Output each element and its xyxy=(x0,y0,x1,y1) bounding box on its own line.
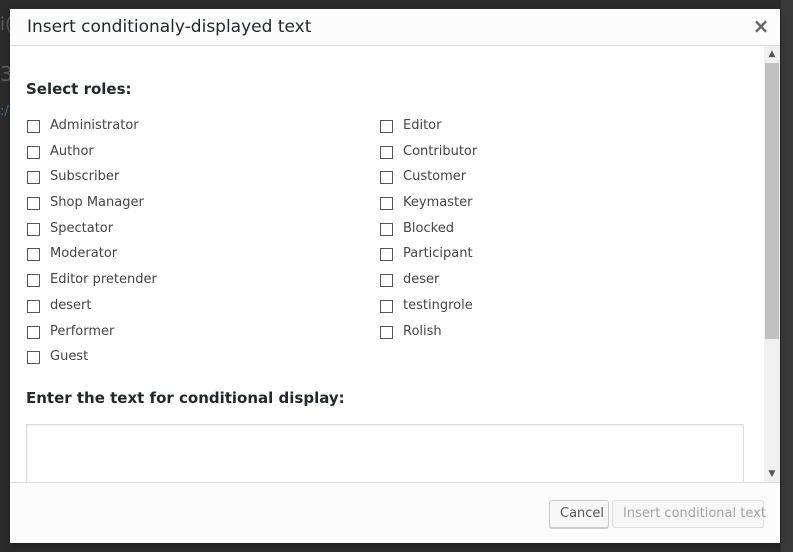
scroll-up-arrow-icon[interactable]: ▲ xyxy=(764,46,780,62)
role-checkbox[interactable] xyxy=(27,351,40,365)
dialog-title: Insert conditionaly-displayed text xyxy=(27,17,312,37)
role-option[interactable]: Spectator xyxy=(27,221,157,247)
role-label[interactable]: Keymaster xyxy=(403,195,472,210)
dialog-scrollbar[interactable]: ▲ ▼ xyxy=(764,46,780,482)
background-page-fragment: :/ xyxy=(0,104,9,119)
close-icon[interactable]: × xyxy=(750,13,772,39)
role-checkbox[interactable] xyxy=(27,145,40,159)
role-option[interactable]: Guest xyxy=(27,349,157,375)
role-checkbox[interactable] xyxy=(380,171,393,185)
role-checkbox[interactable] xyxy=(27,299,40,313)
cancel-button[interactable]: Cancel xyxy=(549,500,609,528)
role-checkbox[interactable] xyxy=(27,248,40,262)
role-checkbox[interactable] xyxy=(380,120,393,133)
role-label[interactable]: Contributor xyxy=(403,144,477,159)
role-option[interactable]: Blocked xyxy=(380,221,477,247)
role-label[interactable]: Performer xyxy=(50,324,114,339)
role-option[interactable]: Administrator xyxy=(27,118,157,144)
role-checkbox[interactable] xyxy=(27,197,40,211)
role-label[interactable]: Shop Manager xyxy=(50,195,144,210)
role-label[interactable]: Moderator xyxy=(50,246,117,261)
role-label[interactable]: desert xyxy=(50,298,91,313)
role-label[interactable]: Author xyxy=(50,144,94,159)
role-checkbox[interactable] xyxy=(380,274,393,288)
role-label[interactable]: Rolish xyxy=(403,324,442,339)
role-option[interactable]: Customer xyxy=(380,169,477,195)
role-checkbox[interactable] xyxy=(380,222,393,236)
insert-conditional-text-button[interactable]: Insert conditional text xyxy=(612,500,766,528)
background-page-strip xyxy=(781,0,793,552)
role-checkbox[interactable] xyxy=(27,120,40,133)
role-label[interactable]: deser xyxy=(403,272,439,287)
role-option[interactable]: deser xyxy=(380,272,477,298)
role-checkbox[interactable] xyxy=(380,325,393,339)
select-roles-heading: Select roles: xyxy=(26,80,132,98)
dialog-footer: Cancel Insert conditional text xyxy=(10,482,780,543)
role-option[interactable]: Shop Manager xyxy=(27,195,157,221)
insert-conditional-text-dialog: Insert conditionaly-displayed text × Sel… xyxy=(10,9,780,543)
role-option[interactable]: Keymaster xyxy=(380,195,477,221)
role-label[interactable]: Administrator xyxy=(50,118,139,133)
role-label[interactable]: Editor pretender xyxy=(50,272,157,287)
role-option[interactable]: Rolish xyxy=(380,324,477,350)
scroll-down-arrow-icon[interactable]: ▼ xyxy=(764,466,780,482)
role-label[interactable]: Editor xyxy=(403,118,441,133)
role-option[interactable]: desert xyxy=(27,298,157,324)
conditional-text-heading: Enter the text for conditional display: xyxy=(26,389,345,407)
role-option[interactable]: Moderator xyxy=(27,246,157,272)
role-option[interactable]: Editor xyxy=(380,118,477,144)
scrollbar-thumb[interactable] xyxy=(765,63,779,339)
role-option[interactable]: Author xyxy=(27,144,157,170)
role-checkbox[interactable] xyxy=(380,248,393,262)
role-checkbox[interactable] xyxy=(380,145,393,159)
role-label[interactable]: Subscriber xyxy=(50,169,119,184)
role-option[interactable]: Subscriber xyxy=(27,169,157,195)
role-option[interactable]: Performer xyxy=(27,324,157,350)
role-label[interactable]: Participant xyxy=(403,246,473,261)
role-label[interactable]: testingrole xyxy=(403,298,473,313)
role-checkbox[interactable] xyxy=(27,274,40,288)
role-checkbox[interactable] xyxy=(27,171,40,185)
role-option[interactable]: Editor pretender xyxy=(27,272,157,298)
roles-column-right: Editor Contributor Customer Keymaster Blocke… xyxy=(380,118,477,349)
dialog-body[interactable]: Select roles: Administrator Author Subscri… xyxy=(10,46,764,482)
role-option[interactable]: testingrole xyxy=(380,298,477,324)
role-option[interactable]: Contributor xyxy=(380,144,477,170)
role-checkbox[interactable] xyxy=(27,222,40,236)
role-option[interactable]: Participant xyxy=(380,246,477,272)
role-label[interactable]: Blocked xyxy=(403,221,454,236)
role-checkbox[interactable] xyxy=(27,325,40,339)
role-label[interactable]: Spectator xyxy=(50,221,113,236)
roles-column-left: Administrator Author Subscriber Shop Manage… xyxy=(27,118,157,375)
role-checkbox[interactable] xyxy=(380,299,393,313)
role-label[interactable]: Guest xyxy=(50,349,88,364)
dialog-header: Insert conditionaly-displayed text × xyxy=(10,9,780,46)
conditional-text-input[interactable] xyxy=(26,424,744,482)
role-checkbox[interactable] xyxy=(380,197,393,211)
role-label[interactable]: Customer xyxy=(403,169,466,184)
